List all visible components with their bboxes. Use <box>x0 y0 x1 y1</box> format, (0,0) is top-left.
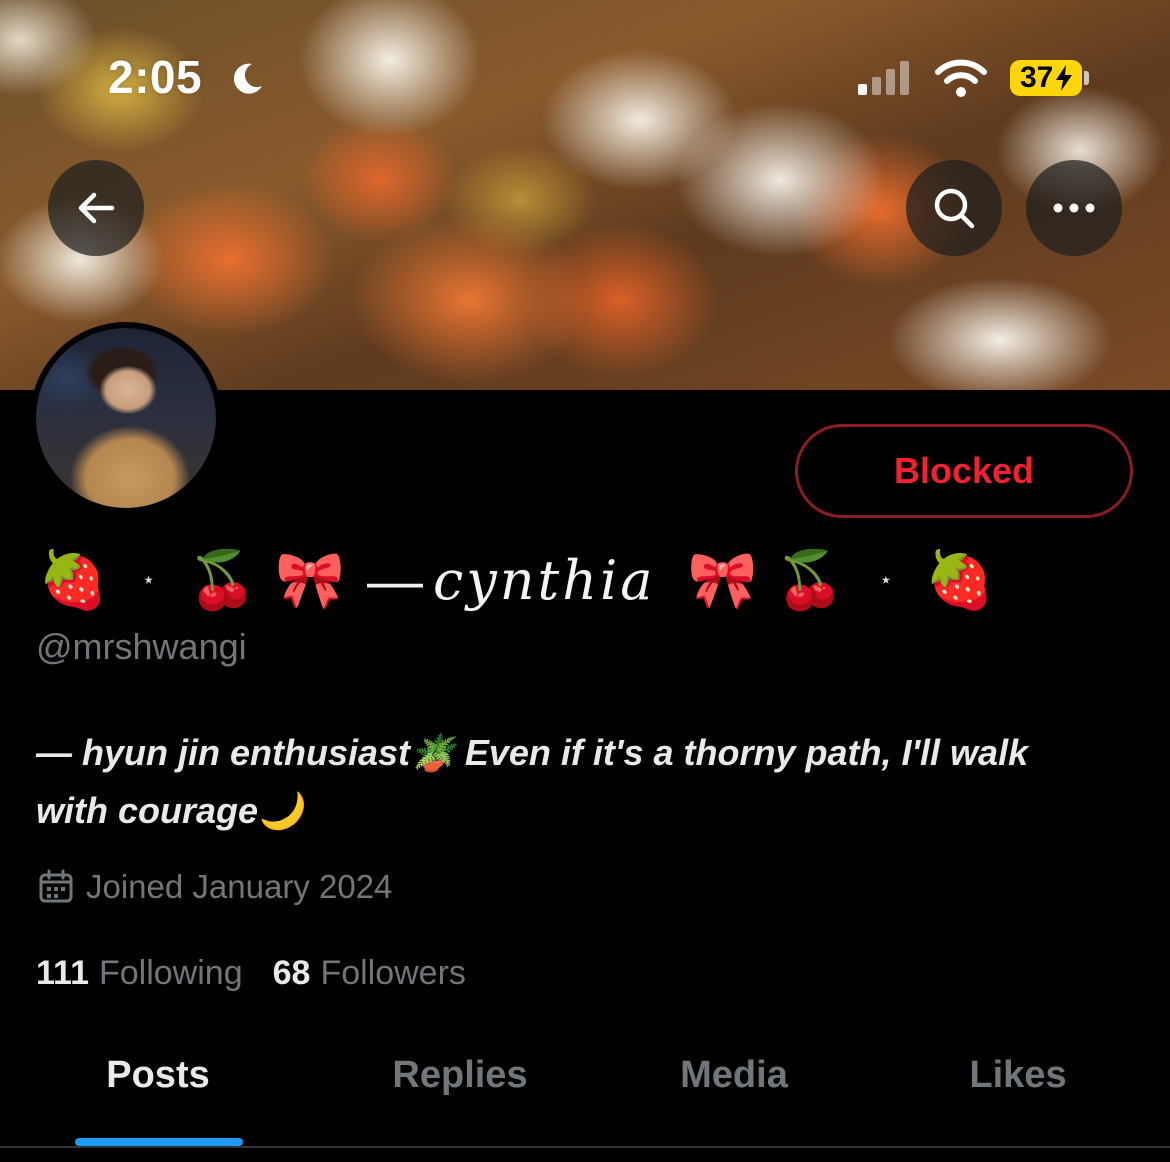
more-horizontal-icon <box>1053 203 1095 213</box>
name-dash: — <box>366 548 423 612</box>
display-name-text: cynthia <box>432 548 656 612</box>
bio-line: — hyun jin enthusiast🪴 Even if it's a th… <box>36 732 1029 773</box>
strawberry-emoji: 🍓 <box>924 548 995 611</box>
calendar-icon <box>39 869 73 903</box>
active-tab-indicator <box>75 1138 243 1146</box>
following-label: Following <box>98 953 243 992</box>
tab-likes[interactable]: Likes <box>918 1054 1118 1097</box>
wifi-icon <box>935 59 987 97</box>
profile-tabs: Posts Replies Media Likes <box>0 1040 1170 1148</box>
followers-count: 68 <box>272 953 311 992</box>
follow-stats: 111 Following 68 Followers <box>36 950 496 996</box>
following-link[interactable]: 111 Following <box>36 954 243 993</box>
cellular-signal-icon <box>858 61 909 95</box>
moon-icon <box>233 63 262 94</box>
ribbon-emoji: 🎀 <box>275 548 345 611</box>
followers-link[interactable]: 68 Followers <box>273 954 466 993</box>
battery-indicator: 37 <box>1010 60 1082 96</box>
cherries-emoji: 🍒 <box>775 548 845 611</box>
joined-text: Joined January 2024 <box>86 868 393 905</box>
charging-bolt-icon <box>1056 65 1072 91</box>
bio-line: with courage🌙 <box>36 790 303 831</box>
following-count: 111 <box>36 953 89 992</box>
status-bar: 2:05 37 <box>0 0 1170 150</box>
tab-replies[interactable]: Replies <box>360 1054 560 1097</box>
profile-avatar[interactable] <box>30 322 222 514</box>
search-button[interactable] <box>906 160 1002 256</box>
strawberry-emoji: 🍓 <box>38 548 108 611</box>
tab-posts[interactable]: Posts <box>58 1054 258 1097</box>
display-name: 🍓 ⋆ 🍒 🎀 — cynthia 🎀 🍒 ⋆ 🍓 <box>38 540 994 620</box>
battery-tip <box>1084 71 1089 85</box>
star-glyph: ⋆ <box>878 567 893 592</box>
status-time: 2:05 <box>108 51 203 103</box>
followers-label: Followers <box>320 953 466 992</box>
profile-page: 2:05 37 Blocked 🍓 ⋆ 🍒 🎀 — cynthia 🎀 🍒 ⋆ … <box>0 0 1170 1162</box>
battery-level: 37 <box>1020 61 1054 94</box>
user-handle: @mrshwangi <box>36 626 247 667</box>
profile-bio: — hyun jin enthusiast🪴 Even if it's a th… <box>36 724 1126 840</box>
blocked-button[interactable]: Blocked <box>795 424 1133 518</box>
more-options-button[interactable] <box>1026 160 1122 256</box>
star-glyph: ⋆ <box>141 567 156 592</box>
joined-date: Joined January 2024 <box>38 864 392 910</box>
back-button[interactable] <box>48 160 144 256</box>
cherries-emoji: 🍒 <box>187 548 258 611</box>
ribbon-emoji: 🎀 <box>687 548 758 611</box>
tab-media[interactable]: Media <box>634 1054 834 1097</box>
search-icon <box>934 188 975 229</box>
tabs-divider <box>0 1146 1170 1148</box>
avatar-photo <box>36 328 216 508</box>
arrow-left-icon <box>78 192 115 224</box>
